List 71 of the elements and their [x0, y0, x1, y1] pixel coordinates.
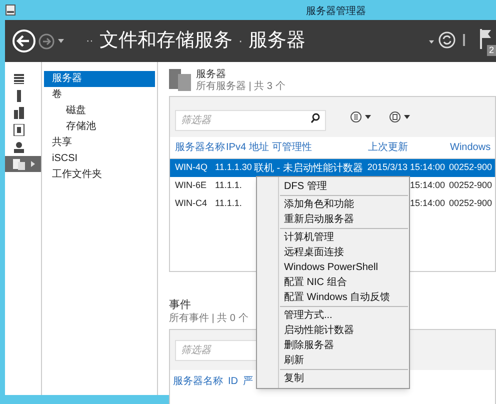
nav-item[interactable]: 卷 [44, 87, 155, 103]
caret-icon[interactable] [58, 39, 64, 43]
search-icon [311, 112, 320, 122]
user-icon [13, 141, 25, 153]
column-header[interactable]: 服务器名称 [175, 142, 225, 153]
section-subtitle: 所有服务器 | 共 3 个 [196, 81, 286, 93]
menu-item[interactable]: 配置 NIC 组合 [257, 275, 409, 290]
column-header[interactable]: Windows [450, 142, 491, 153]
breadcrumb-item[interactable]: 文件和存储服务 [99, 26, 232, 56]
table-cell-text: WIN-C4 [175, 197, 207, 210]
breadcrumb-chevron[interactable]: ·· [86, 32, 94, 50]
back-button[interactable] [12, 29, 36, 53]
menu-item[interactable]: 重新启动服务器 [257, 212, 409, 227]
table-cell-text: 15:14:00 [410, 179, 445, 192]
table-cell-text: WIN-6E [175, 179, 206, 192]
section-title: 服务器 [196, 69, 226, 80]
menu-item[interactable]: 计算机管理 [257, 230, 409, 245]
column-header[interactable]: ID [228, 374, 238, 388]
nav-item[interactable]: 工作文件夹 [44, 167, 155, 183]
divider-icon [463, 34, 465, 46]
refresh-button[interactable] [438, 31, 456, 49]
list-options-icon[interactable] [350, 111, 362, 123]
nav-item[interactable]: 服务器 [44, 71, 155, 87]
notification-badge: 2 [487, 45, 496, 56]
app-icon [5, 4, 16, 16]
table-cell-text: 00252-900 [449, 197, 492, 210]
servers-icon [169, 69, 191, 91]
breadcrumb-separator: · [238, 32, 243, 50]
table-cell-text: 11.1.1. [215, 179, 242, 192]
column-header[interactable]: IPv4 地址 [226, 142, 269, 153]
table-cell-text: 00252-900 [449, 179, 492, 192]
forward-button[interactable] [38, 32, 55, 50]
menu-item[interactable]: 复制 [257, 371, 409, 386]
menu-item[interactable]: DFS 管理 [257, 179, 409, 194]
menu-item[interactable]: 管理方式... [257, 308, 409, 323]
section-title: 事件 [169, 299, 191, 312]
table-cell-text: WIN-4Q [175, 161, 208, 174]
caret-icon[interactable] [404, 115, 410, 119]
caret-icon[interactable] [429, 40, 434, 44]
nav-item[interactable]: 磁盘 [44, 103, 155, 119]
table-row[interactable]: WIN-4Q 11.1.1.30 联机 - 未启动性能计数器 2015/3/13 15:14:00 00252-900 [170, 159, 495, 177]
nav-item[interactable]: 共享 [44, 135, 155, 151]
table-cell-text: 00252-900 [449, 161, 492, 174]
column-header[interactable]: 服务器名称 [173, 374, 223, 388]
section-subtitle: 所有事件 | 共 0 个 [169, 312, 248, 325]
table-cell-text: 11.1.1. [215, 197, 242, 210]
column-header[interactable]: 严 [243, 374, 253, 388]
menu-item[interactable]: Windows PowerShell [257, 260, 409, 275]
save-options-icon[interactable] [389, 111, 401, 123]
nav-item[interactable]: iSCSI [44, 151, 155, 167]
filter-field[interactable]: 筛选器 [175, 110, 326, 130]
expand-arrow-icon [31, 161, 35, 167]
device-icon [13, 124, 25, 136]
breadcrumb-item[interactable]: 服务器 [248, 26, 306, 56]
menu-item[interactable]: 配置 Windows 自动反馈 [257, 290, 409, 305]
caret-icon[interactable] [365, 115, 371, 119]
menu-item[interactable]: 启动性能计数器 [257, 323, 409, 338]
column-header[interactable]: 可管理性 [272, 142, 312, 153]
files-icon [13, 158, 25, 170]
table-cell-text: 15:14:00 [410, 197, 445, 210]
dashboard-icon [13, 73, 25, 85]
table-cell-text: 2015/3/13 15:14:00 [367, 161, 445, 174]
servers-icon [13, 107, 25, 119]
rail-button[interactable] [5, 156, 41, 172]
menu-item[interactable]: 添加角色和功能 [257, 197, 409, 212]
column-header[interactable]: 上次更新 [368, 142, 408, 153]
table-cell-text: 联机 - 未启动性能计数器 [254, 162, 363, 176]
menu-item[interactable]: 远程桌面连接 [257, 245, 409, 260]
table-cell-text: 11.1.1.30 [215, 161, 252, 174]
window-title: 服务器管理器 [306, 5, 366, 19]
nav-item[interactable]: 存储池 [44, 119, 155, 135]
